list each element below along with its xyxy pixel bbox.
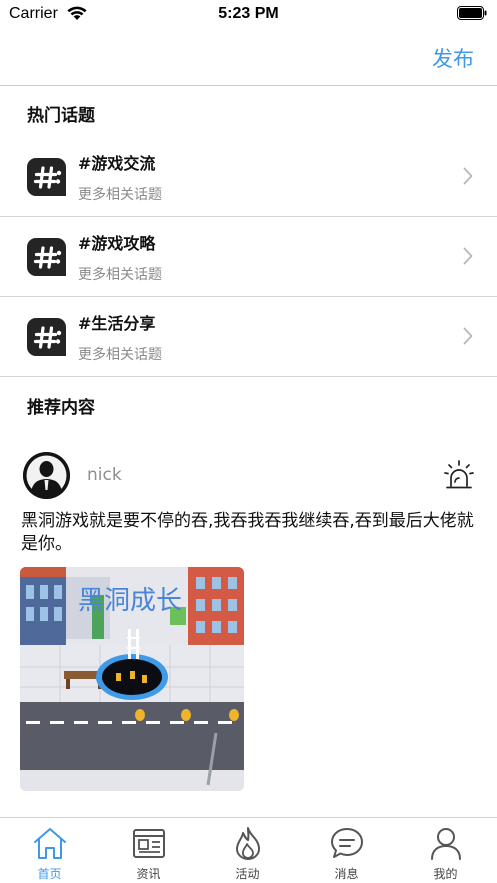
status-time: 5:23 PM	[218, 5, 279, 22]
tab-home[interactable]: 首页	[0, 818, 99, 883]
report-alarm-icon[interactable]	[444, 459, 474, 491]
topic-row-life-sharing[interactable]: #生活分享 更多相关话题	[0, 297, 497, 377]
game-screenshot: 黑洞成长	[20, 567, 244, 791]
tab-bar: 首页 资讯 活动 消息 我的	[0, 817, 497, 883]
flame-icon	[236, 827, 260, 860]
tab-profile[interactable]: 我的	[396, 818, 495, 883]
user-silhouette-icon	[23, 452, 70, 499]
topic-title: #游戏攻略	[78, 234, 156, 253]
status-bar: Carrier 5:23 PM	[0, 0, 497, 30]
game-title-text: 黑洞成长	[78, 586, 182, 616]
tab-news[interactable]: 资讯	[99, 818, 198, 883]
tab-label: 消息	[334, 867, 359, 881]
hashtag-icon	[27, 318, 66, 356]
post-text: 黑洞游戏就是要不停的吞,我吞我吞我继续吞,吞到最后大佬就是你。	[21, 511, 474, 554]
topic-subtitle: 更多相关话题	[78, 267, 162, 283]
chevron-right-icon	[463, 327, 473, 345]
avatar[interactable]	[23, 452, 70, 499]
hashtag-icon	[27, 238, 66, 276]
chevron-right-icon	[463, 167, 473, 185]
news-icon	[133, 829, 165, 858]
recommended-heading: 推荐内容	[27, 398, 95, 418]
chat-icon	[331, 828, 363, 858]
tab-label: 活动	[235, 867, 260, 881]
tab-label: 资讯	[136, 867, 161, 881]
navigation-bar: 发布	[0, 30, 497, 86]
post-image[interactable]: 黑洞成长	[20, 567, 244, 791]
topic-row-game-guide[interactable]: #游戏攻略 更多相关话题	[0, 217, 497, 297]
battery-icon	[457, 6, 487, 20]
hot-topics-heading: 热门话题	[27, 106, 95, 126]
profile-icon	[431, 828, 461, 860]
home-icon	[34, 828, 66, 859]
topic-title: #游戏交流	[78, 154, 156, 173]
topic-title: #生活分享	[78, 314, 156, 333]
tab-activity[interactable]: 活动	[198, 818, 297, 883]
app-screen: Carrier 5:23 PM 发布 热门话题 #游戏交流 更多相关话题 #游戏…	[0, 0, 497, 883]
chevron-right-icon	[463, 247, 473, 265]
hashtag-icon	[27, 158, 66, 196]
post-username[interactable]: nick	[87, 465, 122, 485]
tab-messages[interactable]: 消息	[297, 818, 396, 883]
topic-subtitle: 更多相关话题	[78, 187, 162, 203]
tab-label: 我的	[433, 867, 458, 881]
topic-subtitle: 更多相关话题	[78, 347, 162, 363]
topic-row-game-chat[interactable]: #游戏交流 更多相关话题	[0, 137, 497, 217]
tab-label: 首页	[37, 867, 62, 881]
publish-button[interactable]: 发布	[432, 43, 474, 73]
